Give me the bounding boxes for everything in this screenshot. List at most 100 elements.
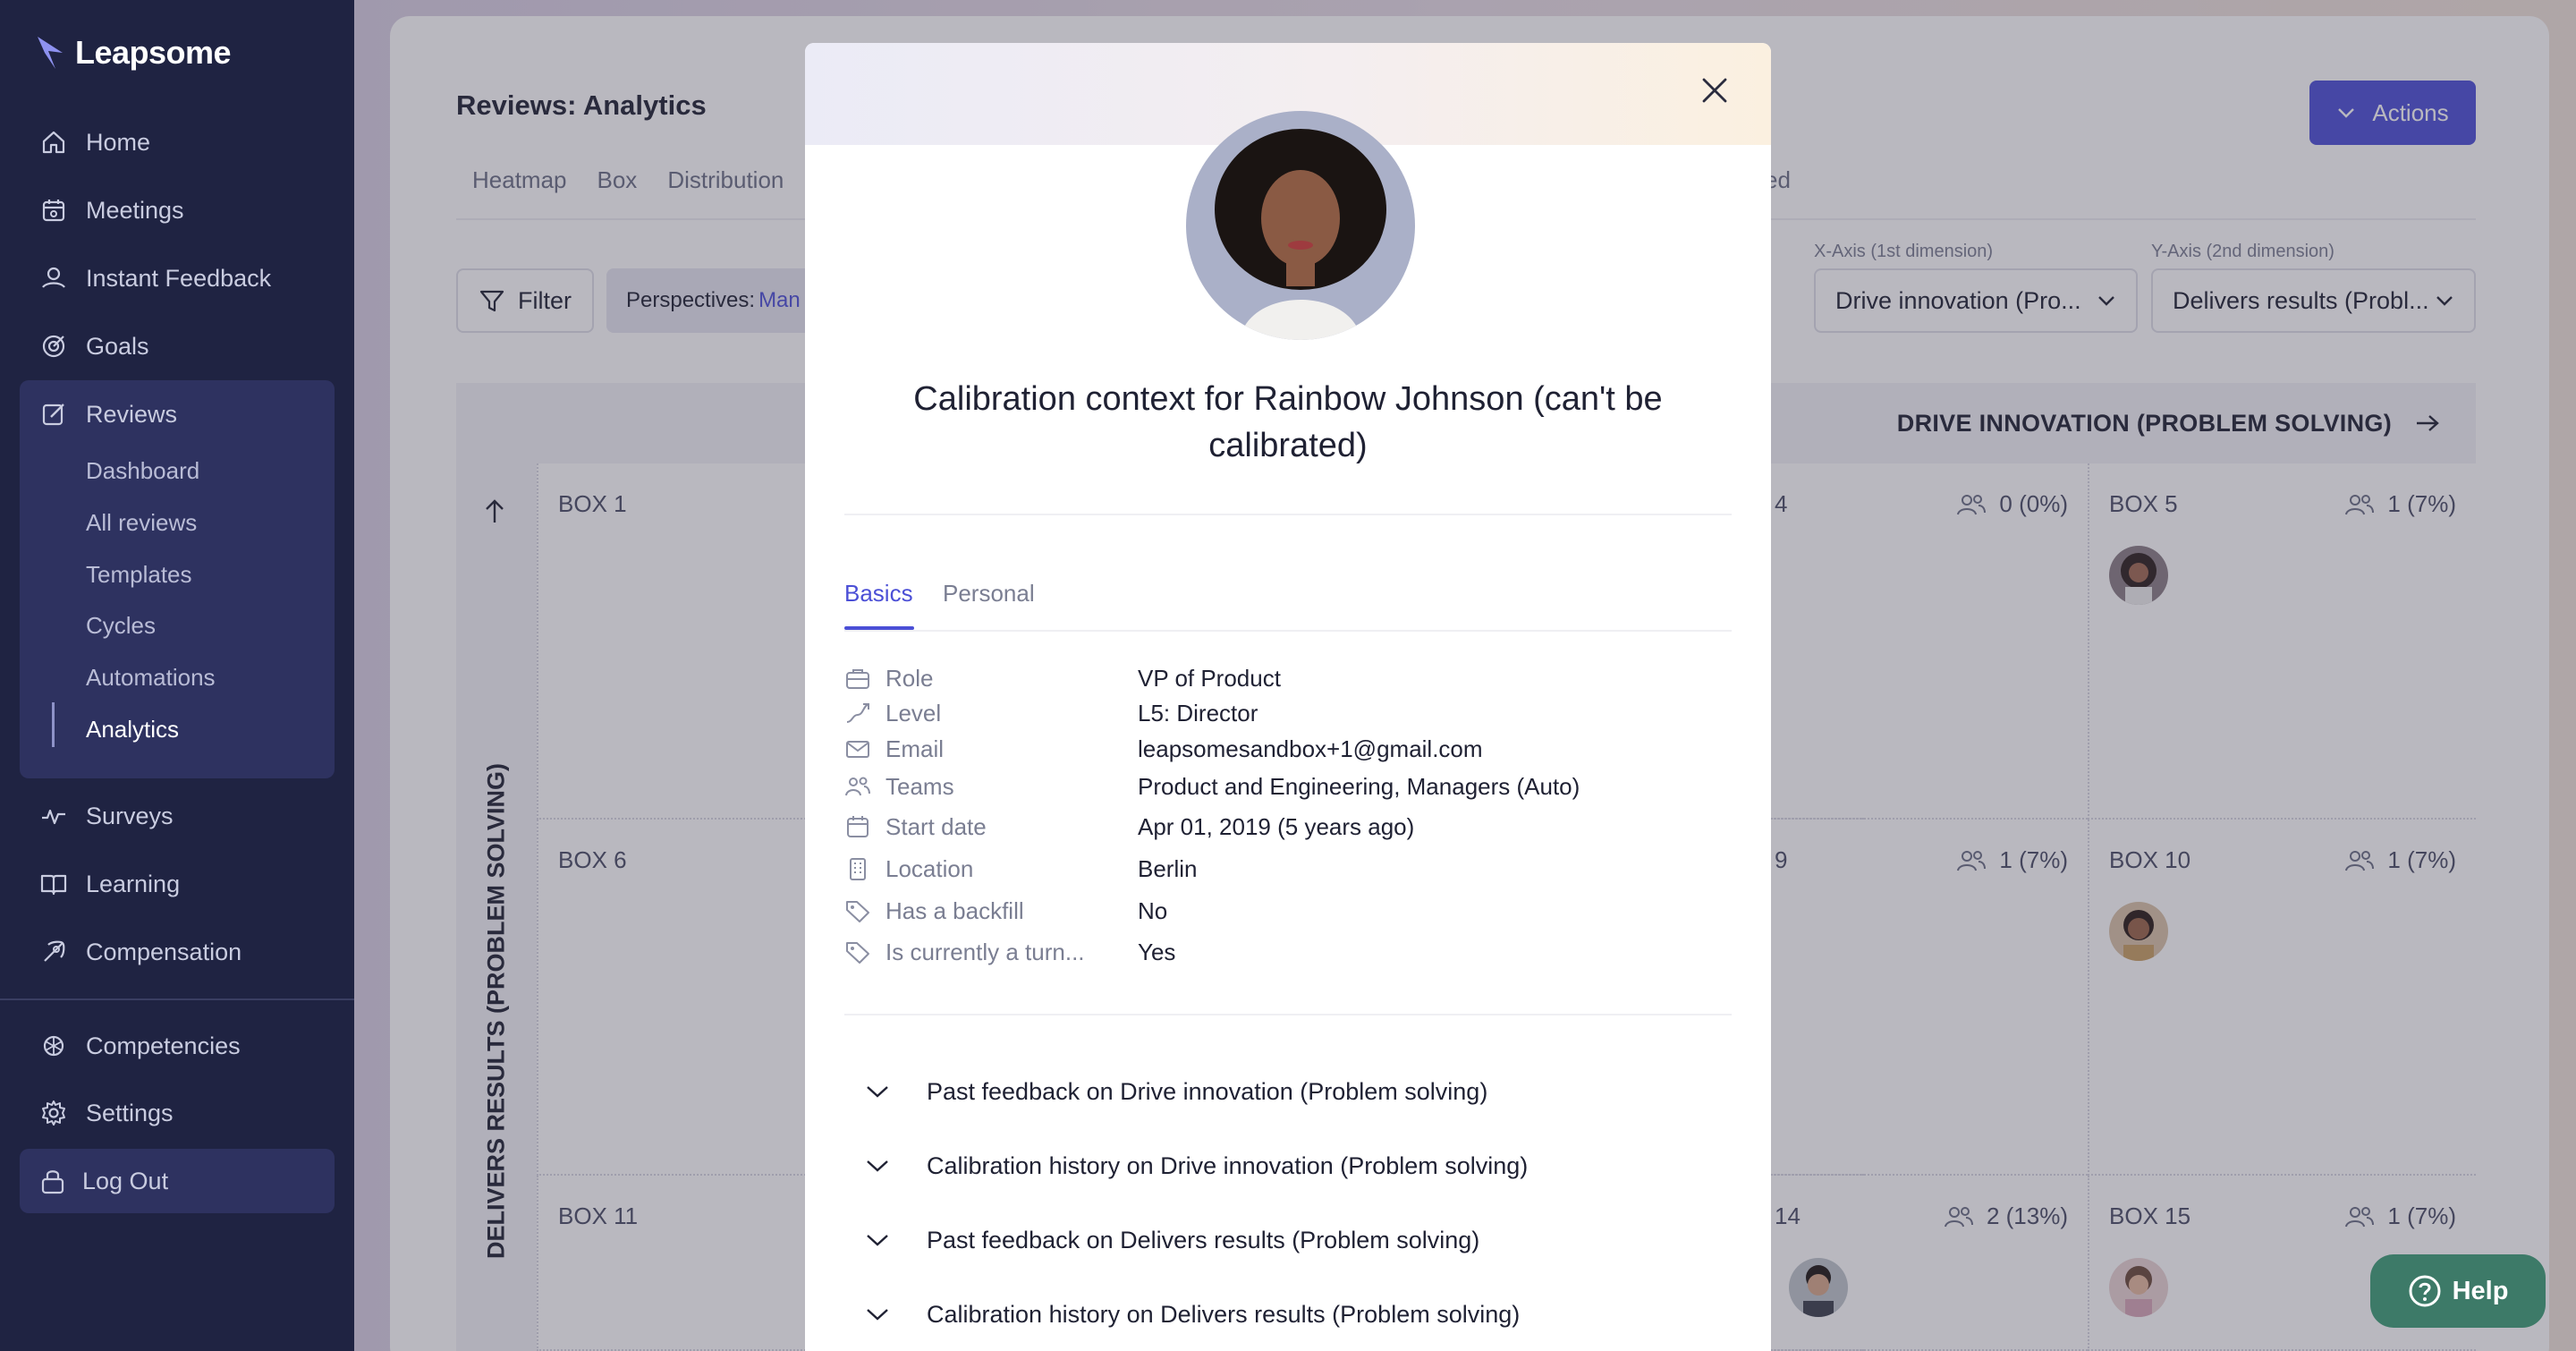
mail-icon [846, 741, 869, 758]
calendar-icon [847, 816, 869, 837]
brand-name: Leapsome [75, 34, 232, 71]
detail-label-text: Start date [886, 812, 987, 840]
chevron-down-icon [867, 1235, 888, 1246]
sidebar-subitem-cycles[interactable]: Cycles [86, 608, 156, 643]
detail-role: Role VP of Product [844, 660, 1732, 696]
sidebar-item-label: Home [86, 128, 151, 156]
brand-logo[interactable]: Leapsome [36, 34, 232, 72]
detail-value: Yes [1138, 938, 1176, 965]
profile-image [1186, 111, 1415, 340]
detail-backfill: Has a backfill No [844, 893, 1732, 929]
sidebar-item-label: Competencies [86, 1032, 241, 1059]
modal-title: Calibration context for Rainbow Johnson … [913, 380, 1663, 464]
sidebar-item-home[interactable]: Home [20, 111, 335, 174]
detail-label: Level [844, 700, 1138, 727]
sidebar-item-label: Instant Feedback [86, 264, 272, 292]
detail-value: No [1138, 896, 1168, 924]
building-icon [850, 858, 866, 880]
sidebar: Leapsome Home Meetings Instant Feedback … [0, 0, 354, 1351]
logout-label: Log Out [82, 1167, 169, 1194]
sidebar-item-goals[interactable]: Goals [20, 315, 335, 378]
teams-icon [845, 777, 870, 796]
detail-label: Teams [844, 773, 1138, 801]
detail-label: Is currently a turn... [844, 939, 1138, 966]
calibration-modal: Calibration context for Rainbow Johnson … [805, 43, 1771, 1351]
detail-email: Email leapsomesandbox+1@gmail.com [844, 731, 1732, 767]
sidebar-item-compensation[interactable]: Compensation [20, 921, 335, 983]
sidebar-subitem-analytics[interactable]: Analytics [86, 711, 179, 747]
detail-label: Has a backfill [844, 897, 1138, 925]
detail-label-text: Email [886, 735, 945, 762]
sidebar-item-label: Compensation [86, 938, 242, 965]
detail-label: Email [844, 735, 1138, 763]
sidebar-item-label: Meetings [86, 196, 184, 224]
sidebar-item-settings[interactable]: Settings [20, 1082, 335, 1144]
accordion-past-feedback-innovation[interactable]: Past feedback on Drive innovation (Probl… [866, 1074, 1671, 1109]
lock-icon [41, 1170, 64, 1194]
level-icon [846, 703, 869, 723]
profile-photo [1186, 111, 1415, 340]
compensation-icon [44, 940, 65, 962]
logout-button[interactable]: Log Out [20, 1149, 335, 1213]
detail-label-text: Teams [886, 772, 954, 800]
modal-divider [844, 514, 1732, 515]
feedback-icon [42, 267, 65, 288]
detail-label-text: Has a backfill [886, 896, 1024, 924]
detail-value: Apr 01, 2019 (5 years ago) [1138, 812, 1415, 840]
chevron-down-icon [867, 1160, 888, 1172]
detail-start-date: Start date Apr 01, 2019 (5 years ago) [844, 809, 1732, 845]
sidebar-subitem-dashboard[interactable]: Dashboard [86, 453, 199, 489]
accordion-calibration-history-innovation[interactable]: Calibration history on Drive innovation … [866, 1148, 1671, 1184]
detail-label-text: Level [886, 699, 942, 726]
sidebar-item-label: Settings [86, 1099, 174, 1126]
detail-label: Role [844, 665, 1138, 692]
reviews-icon [42, 404, 64, 426]
tab-personal[interactable]: Personal [943, 580, 1035, 608]
accordion-past-feedback-results[interactable]: Past feedback on Delivers results (Probl… [866, 1222, 1671, 1258]
briefcase-icon [846, 669, 869, 689]
detail-label: Location [844, 855, 1138, 883]
accordion-label: Past feedback on Drive innovation (Probl… [927, 1077, 1488, 1105]
accordion-label: Calibration history on Delivers results … [927, 1300, 1521, 1328]
sidebar-item-meetings[interactable]: Meetings [20, 179, 335, 242]
sidebar-subitem-all-reviews[interactable]: All reviews [86, 505, 197, 540]
detail-label-text: Location [886, 854, 974, 882]
competencies-icon [43, 1035, 64, 1057]
sidebar-item-label: Learning [86, 870, 181, 897]
sidebar-item-instant-feedback[interactable]: Instant Feedback [20, 247, 335, 310]
accordion-calibration-history-results[interactable]: Calibration history on Delivers results … [866, 1296, 1671, 1332]
sidebar-divider [0, 998, 354, 1000]
detail-turnover: Is currently a turn... Yes [844, 934, 1732, 970]
learning-icon [40, 874, 67, 896]
help-label: Help [2452, 1276, 2509, 1305]
sidebar-item-surveys[interactable]: Surveys [20, 785, 335, 847]
detail-value: L5: Director [1138, 699, 1258, 726]
detail-value: Berlin [1138, 854, 1198, 882]
sidebar-item-competencies[interactable]: Competencies [20, 1015, 335, 1077]
sidebar-item-learning[interactable]: Learning [20, 853, 335, 915]
question-icon [2409, 1275, 2441, 1307]
detail-level: Level L5: Director [844, 695, 1732, 731]
details-divider [844, 1014, 1732, 1015]
close-icon[interactable] [1694, 70, 1735, 111]
sidebar-item-reviews[interactable]: Reviews [20, 383, 335, 446]
tab-basics[interactable]: Basics [844, 580, 913, 608]
sidebar-item-label: Reviews [86, 400, 178, 428]
leapsome-logo-icon [38, 37, 63, 69]
detail-value: Product and Engineering, Managers (Auto) [1138, 772, 1580, 800]
detail-label-text: Is currently a turn... [886, 938, 1085, 965]
settings-icon [42, 1100, 65, 1126]
home-icon [42, 131, 65, 154]
goals-icon [42, 335, 65, 358]
sidebar-subitem-automations[interactable]: Automations [86, 659, 216, 695]
detail-value: leapsomesandbox+1@gmail.com [1138, 735, 1483, 762]
detail-teams: Teams Product and Engineering, Managers … [844, 769, 1732, 804]
help-button[interactable]: Help [2370, 1254, 2546, 1328]
chevron-down-icon [867, 1309, 888, 1321]
accordion-label: Past feedback on Delivers results (Probl… [927, 1226, 1480, 1253]
active-indicator [52, 702, 55, 747]
tag-icon [846, 942, 869, 964]
sidebar-subitem-templates[interactable]: Templates [86, 557, 192, 592]
surveys-icon [42, 809, 65, 825]
accordion-label: Calibration history on Drive innovation … [927, 1151, 1529, 1179]
